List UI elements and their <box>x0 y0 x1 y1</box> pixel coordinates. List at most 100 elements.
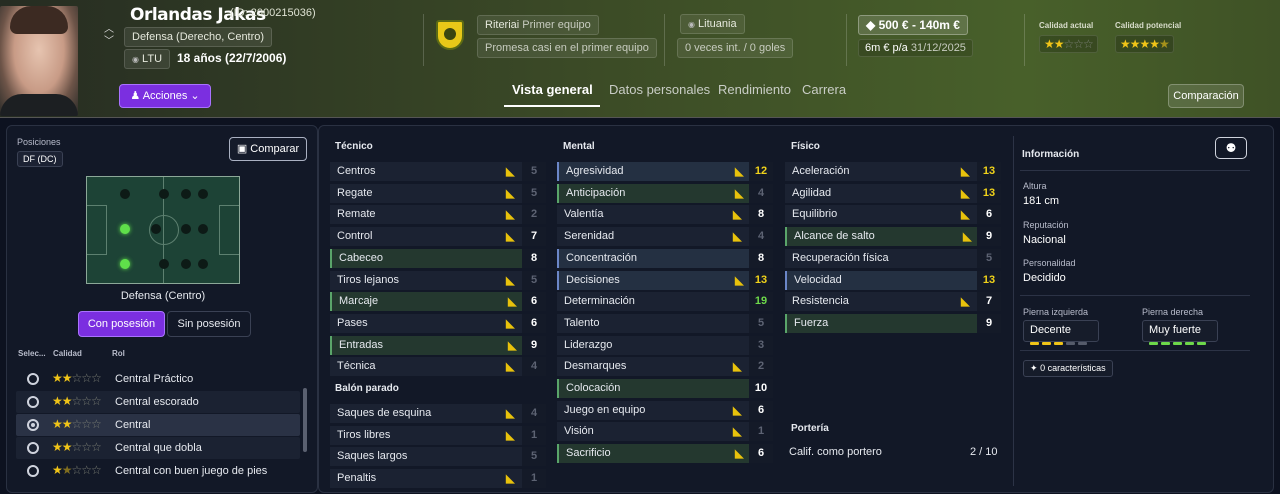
personality-value: Decidido <box>1023 272 1066 284</box>
transfer-value[interactable]: ◆ 500 € - 140m € <box>858 15 968 35</box>
position-dot[interactable] <box>181 224 191 234</box>
player-photo <box>0 6 78 116</box>
tab-performance[interactable]: Rendimiento <box>718 82 791 97</box>
attribute-row[interactable]: Determinación 19 <box>557 292 773 312</box>
attribute-row[interactable]: Velocidad 13 <box>785 270 1001 290</box>
actions-button[interactable]: ♟ Acciones ⌄ <box>119 84 211 108</box>
attribute-row[interactable]: Serenidad ◣ 4 <box>557 227 773 247</box>
radio-button[interactable] <box>27 465 39 477</box>
attribute-row[interactable]: Tiros lejanos ◣ 5 <box>330 270 546 290</box>
attribute-row[interactable]: Fuerza 9 <box>785 313 1001 333</box>
attribute-value: 7 <box>977 292 1001 312</box>
radio-button[interactable] <box>27 396 39 408</box>
attribute-row[interactable]: Saques largos 5 <box>330 447 546 467</box>
role-name: Central que dobla <box>115 442 202 454</box>
attribute-row[interactable]: Valentía ◣ 8 <box>557 205 773 225</box>
compare-button[interactable]: ▣ Comparar <box>229 137 307 161</box>
tab-career[interactable]: Carrera <box>802 82 846 97</box>
attribute-row[interactable]: Resistencia ◣ 7 <box>785 292 1001 312</box>
country-pill[interactable]: ◉ Lituania <box>680 14 745 34</box>
physical-heading: Físico <box>791 141 820 152</box>
attribute-row[interactable]: Marcaje ◣ 6 <box>330 292 546 312</box>
attribute-row[interactable]: Agresividad ◣ 12 <box>557 162 773 181</box>
in-possession-toggle[interactable]: Con posesión <box>78 311 165 337</box>
attribute-row[interactable]: Equilibrio ◣ 6 <box>785 205 1001 225</box>
attribute-row[interactable]: Liderazgo 3 <box>557 335 773 355</box>
role-row-selected[interactable]: ★★☆☆☆ Central <box>16 414 300 436</box>
attribute-row[interactable]: Talento 5 <box>557 313 773 333</box>
attribute-row[interactable]: Regate ◣ 5 <box>330 183 546 203</box>
person-settings-icon[interactable]: ⚉ <box>1215 137 1247 159</box>
attribute-name: Resistencia <box>792 295 849 308</box>
club-crest[interactable] <box>436 20 464 50</box>
attribute-row[interactable]: Juego en equipo ◣ 6 <box>557 400 773 420</box>
training-focus-icon: ◣ <box>961 209 970 222</box>
attribute-name: Penaltis <box>337 472 377 485</box>
attribute-row[interactable]: Alcance de salto ◣ 9 <box>785 227 1001 247</box>
role-name: Central escorado <box>115 396 199 408</box>
attribute-row[interactable]: Cabeceo 8 <box>330 248 546 268</box>
player-nav-arrows[interactable]: ︿ ﹀ <box>103 24 115 50</box>
col-role: Rol <box>112 349 125 358</box>
position-dot[interactable] <box>181 259 191 269</box>
attribute-row[interactable]: Agilidad ◣ 13 <box>785 183 1001 203</box>
traits-button[interactable]: ✦ 0 características <box>1023 360 1113 377</box>
attribute-row[interactable]: Saques de esquina ◣ 4 <box>330 404 546 423</box>
position-dot[interactable] <box>198 189 208 199</box>
chevron-up-icon[interactable]: ︿ <box>103 24 115 36</box>
attribute-row[interactable]: Centros ◣ 5 <box>330 162 546 181</box>
attribute-name: Agresividad <box>566 165 624 177</box>
attribute-name: Saques largos <box>337 450 408 463</box>
club-pill[interactable]: Riteriai Primer equipo <box>477 15 599 35</box>
attribute-row[interactable]: Desmarques ◣ 2 <box>557 357 773 377</box>
right-foot-bars <box>1149 336 1209 345</box>
role-stars: ★★☆☆☆ <box>52 417 102 431</box>
out-possession-toggle[interactable]: Sin posesión <box>167 311 251 337</box>
attribute-value: 12 <box>749 162 773 181</box>
position-dot[interactable] <box>159 259 169 269</box>
comparison-button[interactable]: Comparación <box>1168 84 1244 108</box>
role-name: Central Práctico <box>115 373 194 385</box>
tab-overview[interactable]: Vista general <box>512 82 593 97</box>
position-dot-active[interactable] <box>120 224 130 234</box>
position-dot[interactable] <box>198 224 208 234</box>
attribute-row[interactable]: Penaltis ◣ 1 <box>330 469 546 489</box>
position-dot[interactable] <box>198 259 208 269</box>
nationality-pill[interactable]: ◉ LTU <box>124 49 171 69</box>
attribute-name: Colocación <box>566 382 621 394</box>
attribute-row[interactable]: Entradas ◣ 9 <box>330 335 546 355</box>
position-dot[interactable] <box>120 189 130 199</box>
training-focus-icon: ◣ <box>735 448 744 461</box>
attribute-row[interactable]: Aceleración ◣ 13 <box>785 162 1001 181</box>
attribute-row[interactable]: Concentración 8 <box>557 248 773 268</box>
attribute-row[interactable]: Visión ◣ 1 <box>557 422 773 442</box>
role-row[interactable]: ★★☆☆☆ Central Práctico <box>16 368 300 390</box>
attribute-row[interactable]: Pases ◣ 6 <box>330 313 546 333</box>
attribute-row[interactable]: Remate ◣ 2 <box>330 205 546 225</box>
attribute-row[interactable]: Control ◣ 7 <box>330 227 546 247</box>
radio-button[interactable] <box>27 373 39 385</box>
attribute-row[interactable]: Decisiones ◣ 13 <box>557 270 773 290</box>
attribute-row[interactable]: Técnica ◣ 4 <box>330 357 546 377</box>
chevron-down-icon[interactable]: ﹀ <box>103 36 115 48</box>
attribute-name: Recuperación física <box>792 251 889 264</box>
position-dot[interactable] <box>181 189 191 199</box>
role-row[interactable]: ★★☆☆☆ Central con buen juego de pies <box>16 460 300 482</box>
radio-button[interactable] <box>27 442 39 454</box>
scrollbar[interactable] <box>303 388 307 452</box>
attribute-row[interactable]: Colocación 10 <box>557 379 773 398</box>
position-dot[interactable] <box>151 224 161 234</box>
attribute-row[interactable]: Recuperación física 5 <box>785 248 1001 268</box>
attribute-row[interactable]: Sacrificio ◣ 6 <box>557 444 773 464</box>
tab-personal[interactable]: Datos personales <box>609 82 710 97</box>
role-row[interactable]: ★★☆☆☆ Central que dobla <box>16 437 300 459</box>
attribute-value: 6 <box>522 313 546 333</box>
attribute-name: Cabeceo <box>339 251 384 264</box>
attribute-row[interactable]: Tiros libres ◣ 1 <box>330 425 546 445</box>
radio-button-selected[interactable] <box>27 419 39 431</box>
role-row[interactable]: ★★☆☆☆ Central escorado <box>16 391 300 413</box>
position-dot-active[interactable] <box>120 259 130 269</box>
position-dot[interactable] <box>159 189 169 199</box>
attribute-row[interactable]: Anticipación ◣ 4 <box>557 183 773 203</box>
attribute-value: 2 <box>522 205 546 225</box>
